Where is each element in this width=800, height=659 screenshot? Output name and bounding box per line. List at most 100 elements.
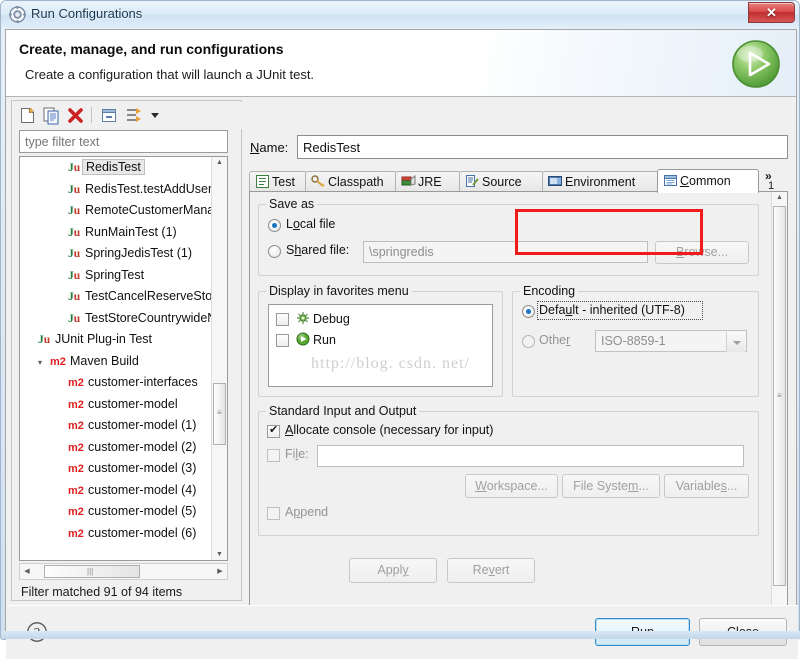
encoding-default-label: Default - inherited (UTF-8) [539,303,685,317]
scroll-up-arrow-icon[interactable]: ▲ [212,159,227,166]
tree-item-testcancelreservestoc[interactable]: Ju TestCancelReserveStoc [20,286,213,308]
maven-icon: m2 [68,398,84,411]
tree-item-maven-build[interactable]: ▾ m2 Maven Build [20,351,213,373]
tree-hscroll-thumb[interactable]: ||| [44,565,140,578]
name-field-label: Name: [250,140,289,155]
revert-button[interactable]: Revert [447,558,535,583]
run-green-play-icon [730,38,782,90]
file-system-button-label: File System... [573,479,649,493]
append-checkbox[interactable] [267,507,280,520]
name-field-wrapper[interactable] [297,135,788,159]
run-favorite-checkbox[interactable] [276,334,289,347]
tree-item-customer-model-6[interactable]: m2 customer-model (6) [20,523,213,545]
jre-icon [401,174,416,187]
collapse-all-icon[interactable] [99,105,120,126]
favorites-listbox[interactable]: Debug Run [268,304,493,387]
shared-file-radio[interactable] [268,245,281,258]
tree-item-junit-plug-in-test[interactable]: Ju JUnit Plug-in Test [20,329,213,351]
debug-favorite-checkbox[interactable] [276,313,289,326]
tree-item-label: customer-interfaces [88,375,198,389]
workspace-button[interactable]: Workspace... [465,474,558,498]
window-close-button[interactable]: ✕ [748,2,795,23]
tab-label: Classpath [328,175,384,189]
junit-icon: Ju [68,312,81,325]
junit-plugin-icon: Ju [38,334,51,346]
tree-item-redistest-testadduser[interactable]: Ju RedisTest.testAddUser [20,179,213,201]
encoding-other-radio[interactable] [522,335,535,348]
tab-source[interactable]: Source [459,171,544,193]
apply-button[interactable]: Apply [349,558,437,583]
page-title: Create, manage, and run configurations [19,41,284,57]
maven-icon: m2 [68,420,84,432]
tree-item-customer-model-3[interactable]: m2 customer-model (3) [20,458,213,480]
common-icon [663,172,678,186]
file-system-button[interactable]: File System... [562,474,660,498]
filter-input-wrapper[interactable] [19,130,228,153]
tab-environment[interactable]: Environment [542,171,659,193]
encoding-group-title: Encoding [520,284,579,298]
tree-item-customer-model[interactable]: m2 customer-model [20,394,213,416]
file-path-input[interactable] [317,445,744,467]
duplicate-configuration-icon[interactable] [41,105,62,126]
toolbar-separator [91,107,92,123]
tree-item-label: customer-model (2) [88,439,197,454]
tab-jre[interactable]: JRE [395,171,461,193]
tree-item-redistest[interactable]: Ju RedisTest [20,157,213,179]
encoding-select[interactable]: ISO-8859-1 [595,330,747,352]
delete-configuration-icon[interactable] [65,105,86,126]
content-vertical-scrollbar[interactable]: ▲ ≡ ▼ [771,192,787,616]
tree-item-runmaintest-1[interactable]: Ju RunMainTest (1) [20,222,213,244]
tree-item-teststorecountrywiden[interactable]: Ju TestStoreCountrywideN [20,308,213,330]
content-scroll-thumb[interactable]: ≡ [773,206,786,586]
tab-classpath[interactable]: Classpath [305,171,397,193]
tree-horizontal-scrollbar[interactable]: ◀ ||| ▶ [19,563,228,580]
tree-item-label: RedisTest [82,159,145,175]
favorites-group: Display in favorites menu Debug Run [258,284,503,397]
save-as-group-title: Save as [266,197,318,211]
tree-item-customer-model-4[interactable]: m2 customer-model (4) [20,480,213,502]
junit-icon: Ju [68,269,81,282]
search-input[interactable] [20,131,227,152]
shared-file-path-input[interactable]: \springredis [363,241,648,263]
expander-icon[interactable]: ▾ [38,352,50,374]
tree-item-label: RunMainTest (1) [85,224,177,239]
tree-scroll-thumb[interactable]: ≡ [213,383,226,445]
new-configuration-icon[interactable] [17,105,38,126]
scroll-right-arrow-icon[interactable]: ▶ [215,567,225,575]
tree-item-customer-model-1[interactable]: m2 customer-model (1) [20,415,213,437]
window-titlebar: Run Configurations ✕ [1,1,799,29]
chevron-down-icon[interactable] [726,332,745,352]
tab-label: JRE [418,175,442,189]
tab-bar: Test Classpath JRE Source Environment Co… [249,168,788,193]
tree-item-springjedistest-1[interactable]: Ju SpringJedisTest (1) [20,243,213,265]
tab-test[interactable]: Test [249,171,307,193]
variables-button[interactable]: Variables... [664,474,749,498]
close-icon: ✕ [766,5,777,20]
tree-item-customer-model-5[interactable]: m2 customer-model (5) [20,501,213,523]
local-file-radio[interactable] [268,219,281,232]
tree-item-remotecustomermana[interactable]: Ju RemoteCustomerMana [20,200,213,222]
tree-rows-container: Ju RedisTest Ju RedisTest.testAddUser Ju Remo… [20,157,213,560]
file-checkbox[interactable] [267,449,280,462]
tree-item-customer-interfaces[interactable]: m2 customer-interfaces [20,372,213,394]
chevron-down-icon[interactable] [146,105,167,126]
scroll-left-arrow-icon[interactable]: ◀ [22,567,32,575]
tab-common[interactable]: Common [657,169,759,193]
browse-button[interactable]: Browse... [655,241,749,264]
tree-item-springtest[interactable]: Ju SpringTest [20,265,213,287]
configuration-tree[interactable]: Ju RedisTest Ju RedisTest.testAddUser Ju Remo… [19,156,228,561]
scroll-down-arrow-icon[interactable]: ▼ [212,551,227,558]
save-as-group: Save as Local file Shared file: \springr… [258,197,759,276]
tree-item-customer-model-2[interactable]: m2 customer-model (2) [20,437,213,459]
scroll-up-arrow-icon[interactable]: ▲ [772,194,787,201]
launch-configuration-tree-panel: JuRedisTestJuRedisTest.testAddUserJuRemo… [15,102,242,599]
debug-bug-icon [296,311,310,328]
encoding-default-radio[interactable] [522,305,535,318]
filter-icon[interactable] [123,105,144,126]
allocate-console-checkbox[interactable] [267,423,280,438]
tree-item-label: customer-model (5) [88,504,197,518]
name-input[interactable] [298,136,787,158]
tree-vertical-scrollbar[interactable]: ▲ ≡ ▼ [211,157,227,560]
tree-item-label: TestCancelReserveStoc [85,289,213,303]
tree-item-label: JUnit Plug-in Test [55,332,153,346]
